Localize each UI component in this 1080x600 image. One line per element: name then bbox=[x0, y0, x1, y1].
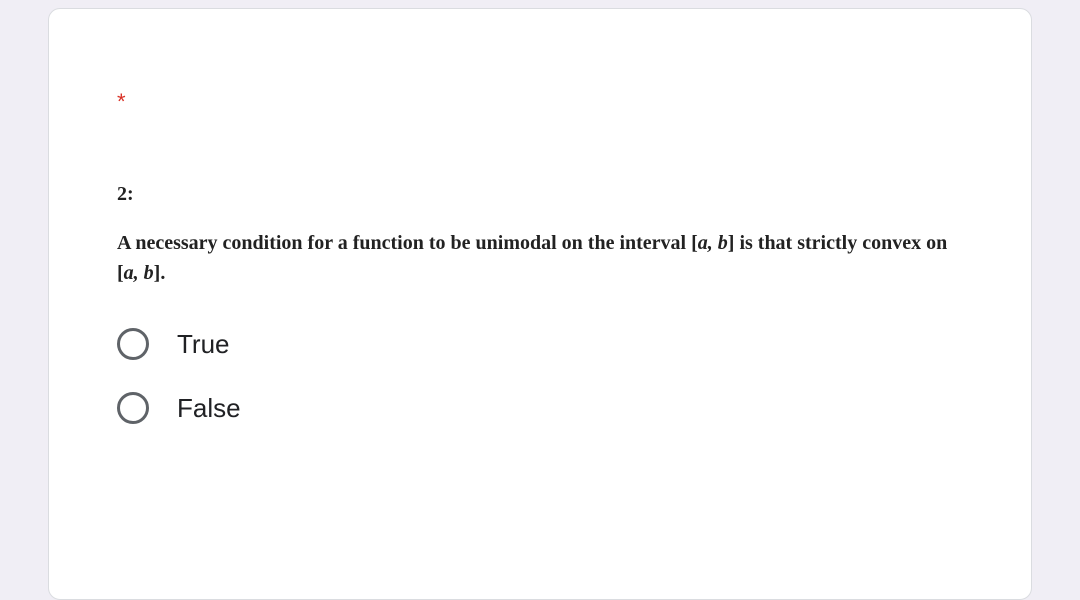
question-text: A necessary condition for a function to … bbox=[117, 228, 963, 288]
question-text-part3: . bbox=[160, 262, 165, 284]
interval-1-open: [ bbox=[691, 232, 698, 254]
interval-1-vars: a, b bbox=[698, 232, 728, 254]
question-number: 2: bbox=[117, 183, 991, 206]
question-text-part2: is that strictly convex on bbox=[734, 232, 947, 254]
interval-1: [a, b] bbox=[691, 232, 734, 254]
options-group: True False bbox=[117, 328, 991, 424]
option-false-label: False bbox=[177, 393, 241, 424]
question-card: * 2: A necessary condition for a functio… bbox=[48, 8, 1032, 600]
radio-icon bbox=[117, 392, 149, 424]
required-marker: * bbox=[117, 89, 991, 115]
interval-2-vars: a, b bbox=[124, 262, 154, 284]
question-text-part1: A necessary condition for a function to … bbox=[117, 232, 691, 254]
interval-2: [a, b] bbox=[117, 262, 160, 284]
interval-2-open: [ bbox=[117, 262, 124, 284]
radio-icon bbox=[117, 328, 149, 360]
option-true[interactable]: True bbox=[117, 328, 991, 360]
option-true-label: True bbox=[177, 329, 230, 360]
option-false[interactable]: False bbox=[117, 392, 991, 424]
